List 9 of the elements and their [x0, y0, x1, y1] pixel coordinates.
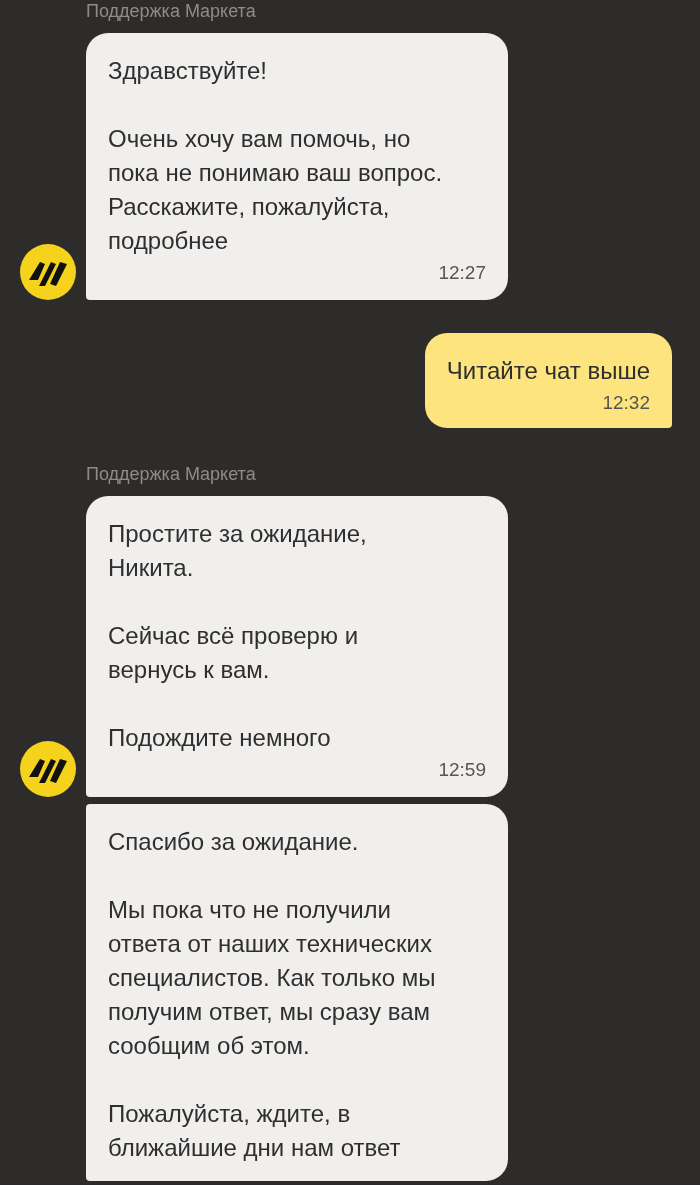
- message-text: Спасибо за ожидание. Мы пока что не получили ответа от наших технических специалистов. Как только мы получим ответ, мы сразу вам сообщим об этом. Пожалуйста, ждите, в ближайшие дни нам ответ: [108, 827, 437, 1163]
- sender-name: Поддержка Маркета: [85, 463, 257, 485]
- message-time: 12:27: [437, 262, 486, 284]
- sender-name: Поддержка Маркета: [85, 0, 257, 22]
- message-text: Здравствуйте! Очень хочу вам помочь, но пока не понимаю ваш вопрос. Расскажите, пожалуйста, подробнее: [108, 56, 444, 256]
- message-time: 12:32: [601, 392, 650, 414]
- message-text: Простите за ожидание, Никита. Сейчас всё проверю и вернусь к вам. Подождите немного: [108, 519, 368, 753]
- message-text: Читайте чат выше: [446, 356, 650, 386]
- message-time: 12:59: [437, 759, 486, 781]
